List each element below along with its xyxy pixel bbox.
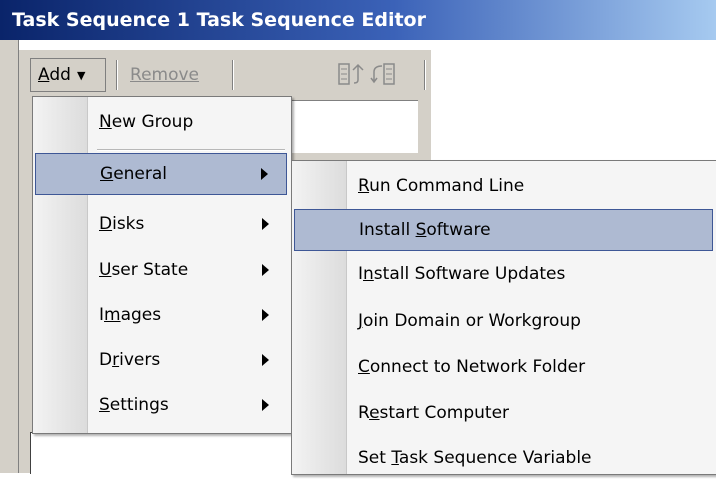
submenu-arrow-icon (262, 218, 269, 230)
menu-item-run-command-line[interactable]: Run Command Line (294, 165, 713, 207)
add-button-label: Add (38, 65, 71, 85)
menu-item-images[interactable]: Images (35, 294, 287, 336)
submenu-arrow-icon (262, 399, 269, 411)
submenu-arrow-icon (261, 168, 268, 180)
move-down-icon[interactable] (370, 60, 400, 88)
menu-item-install-software-updates[interactable]: Install Software Updates (294, 253, 713, 295)
menu-item-label: Join Domain or Workgroup (358, 311, 581, 331)
menu-item-label: Drivers (99, 350, 161, 370)
window-title: Task Sequence 1 Task Sequence Editor (12, 9, 426, 31)
submenu-arrow-icon (262, 354, 269, 366)
menu-item-label: Set Task Sequence Variable (358, 448, 592, 468)
menu-item-label: Restart Computer (358, 403, 510, 423)
menu-item-drivers[interactable]: Drivers (35, 339, 287, 381)
menu-item-label: Install Software (359, 220, 491, 240)
menu-item-join-domain-or-workgroup[interactable]: Join Domain or Workgroup (294, 300, 713, 342)
menu-item-disks[interactable]: Disks (35, 203, 287, 245)
menu-item-label: Install Software Updates (358, 264, 566, 284)
menu-item-new-group[interactable]: New Group (35, 101, 287, 143)
window-left-border (0, 40, 19, 473)
menu-item-label: Settings (99, 395, 169, 415)
menu-item-label: Disks (99, 214, 145, 234)
menu-separator (97, 149, 285, 151)
menu-item-restart-computer[interactable]: Restart Computer (294, 392, 713, 434)
menu-item-label: New Group (99, 112, 194, 132)
toolbar-separator (116, 60, 118, 90)
menu-item-general[interactable]: General (35, 153, 287, 195)
menu-item-label: General (100, 164, 168, 184)
add-menu: New Group General Disks User State Images Dri… (32, 96, 292, 434)
dropdown-arrow-icon: ▼ (76, 68, 86, 82)
menu-item-connect-to-network-folder[interactable]: Connect to Network Folder (294, 346, 713, 388)
general-submenu: Run Command Line Install Software Install … (291, 160, 716, 475)
menu-item-user-state[interactable]: User State (35, 249, 287, 291)
remove-button-label: Remove (130, 65, 200, 85)
menu-item-label: User State (99, 260, 189, 280)
window-title-bar: Task Sequence 1 Task Sequence Editor (0, 0, 716, 40)
menu-item-install-software[interactable]: Install Software (294, 209, 713, 251)
menu-item-label: Images (99, 305, 162, 325)
move-up-icon[interactable] (336, 60, 366, 88)
add-button[interactable]: Add ▼ (30, 58, 106, 92)
remove-button[interactable]: Remove (130, 58, 199, 92)
menu-item-label: Connect to Network Folder (358, 357, 586, 377)
toolbar-separator (424, 60, 426, 90)
menu-item-settings[interactable]: Settings (35, 384, 287, 426)
menu-item-label: Run Command Line (358, 176, 525, 196)
task-sequence-tree-lower[interactable] (30, 432, 293, 474)
task-sequence-tree[interactable] (290, 100, 418, 153)
submenu-arrow-icon (262, 264, 269, 276)
submenu-arrow-icon (262, 309, 269, 321)
add-label-rest: dd (49, 65, 71, 85)
toolbar-separator (232, 60, 234, 90)
